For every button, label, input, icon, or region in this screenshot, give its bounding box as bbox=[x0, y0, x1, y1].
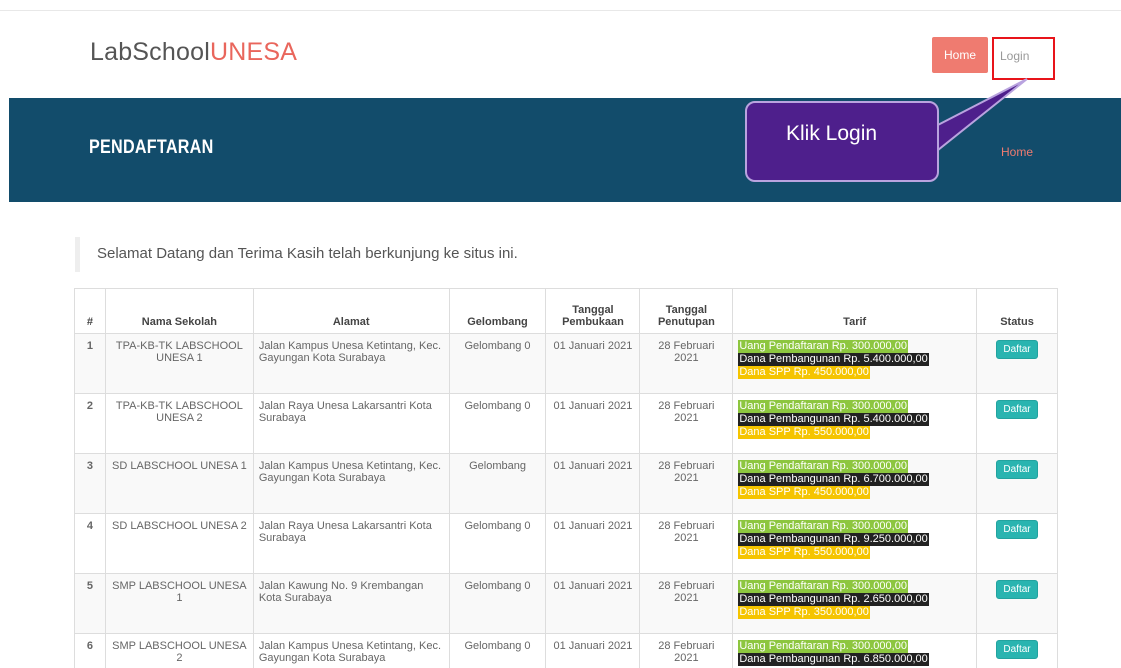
daftar-button[interactable]: Daftar bbox=[996, 340, 1038, 359]
nav-home-button[interactable]: Home bbox=[932, 37, 988, 73]
school-name: SD LABSCHOOL UNESA 2 bbox=[104, 513, 254, 574]
building-fee: Dana Pembangunan Rp. 5.400.000,00 bbox=[738, 353, 929, 366]
building-fee: Dana Pembangunan Rp. 6.700.000,00 bbox=[738, 473, 929, 486]
wave: Gelombang 0 bbox=[448, 573, 547, 634]
spp-fee: Dana SPP Rp. 550.000,00 bbox=[738, 426, 870, 439]
registration-fee: Uang Pendaftaran Rp. 300.000,00 bbox=[738, 580, 908, 593]
status-cell: Daftar bbox=[976, 393, 1058, 454]
table-row: 2 TPA-KB-TK LABSCHOOL UNESA 2 Jalan Raya… bbox=[74, 393, 1058, 454]
spp-fee: Dana SPP Rp. 550.000,00 bbox=[738, 546, 870, 559]
wave: Gelombang 0 bbox=[448, 633, 547, 668]
breadcrumb-home[interactable]: Home bbox=[1001, 145, 1033, 159]
spp-fee: Dana SPP Rp. 450.000,00 bbox=[738, 486, 870, 499]
school-name: SD LABSCHOOL UNESA 1 bbox=[104, 453, 254, 514]
column-header: Nama Sekolah bbox=[104, 288, 254, 334]
table-row: 6 SMP LABSCHOOL UNESA 2 Jalan Kampus Une… bbox=[74, 633, 1058, 668]
building-fee: Dana Pembangunan Rp. 6.850.000,00 bbox=[738, 653, 929, 666]
fee-cell: Uang Pendaftaran Rp. 300.000,00 Dana Pem… bbox=[732, 633, 978, 668]
row-number: 1 bbox=[74, 333, 106, 394]
column-header: Tanggal Pembukaan bbox=[545, 288, 641, 334]
wave: Gelombang bbox=[448, 453, 547, 514]
fee-cell: Uang Pendaftaran Rp. 300.000,00 Dana Pem… bbox=[732, 333, 978, 394]
column-header: Status bbox=[976, 288, 1058, 334]
brand-main: LabSchool bbox=[90, 38, 210, 66]
nav-login-link[interactable]: Login bbox=[992, 37, 1055, 80]
school-name: TPA-KB-TK LABSCHOOL UNESA 1 bbox=[104, 333, 254, 394]
callout-text: Klik Login bbox=[786, 122, 878, 145]
building-fee: Dana Pembangunan Rp. 2.650.000,00 bbox=[738, 593, 929, 606]
opening-date: 01 Januari 2021 bbox=[545, 393, 641, 454]
school-address: Jalan Raya Unesa Lakarsantri Kota Suraba… bbox=[252, 513, 450, 574]
row-number: 2 bbox=[74, 393, 106, 454]
status-cell: Daftar bbox=[976, 513, 1058, 574]
status-cell: Daftar bbox=[976, 633, 1058, 668]
school-name: SMP LABSCHOOL UNESA 2 bbox=[104, 633, 254, 668]
row-number: 3 bbox=[74, 453, 106, 514]
column-header: Gelombang bbox=[448, 288, 547, 334]
fee-cell: Uang Pendaftaran Rp. 300.000,00 Dana Pem… bbox=[732, 573, 978, 634]
page-title: PENDAFTARAN bbox=[89, 137, 214, 158]
column-header: Alamat bbox=[252, 288, 450, 334]
column-header: Tanggal Penutupan bbox=[639, 288, 734, 334]
spp-fee: Dana SPP Rp. 450.000,00 bbox=[738, 366, 870, 379]
top-divider bbox=[0, 10, 1121, 11]
daftar-button[interactable]: Daftar bbox=[996, 520, 1038, 539]
table-row: 1 TPA-KB-TK LABSCHOOL UNESA 1 Jalan Kamp… bbox=[74, 333, 1058, 394]
table-row: 4 SD LABSCHOOL UNESA 2 Jalan Raya Unesa … bbox=[74, 513, 1058, 574]
closing-date: 28 Februari 2021 bbox=[639, 453, 734, 514]
daftar-button[interactable]: Daftar bbox=[996, 460, 1038, 479]
opening-date: 01 Januari 2021 bbox=[545, 573, 641, 634]
registration-fee: Uang Pendaftaran Rp. 300.000,00 bbox=[738, 400, 908, 413]
wave: Gelombang 0 bbox=[448, 393, 547, 454]
closing-date: 28 Februari 2021 bbox=[639, 333, 734, 394]
building-fee: Dana Pembangunan Rp. 5.400.000,00 bbox=[738, 413, 929, 426]
status-cell: Daftar bbox=[976, 333, 1058, 394]
row-number: 6 bbox=[74, 633, 106, 668]
opening-date: 01 Januari 2021 bbox=[545, 513, 641, 574]
closing-date: 28 Februari 2021 bbox=[639, 393, 734, 454]
column-header: # bbox=[74, 288, 106, 334]
table-header-row: # Nama Sekolah Alamat Gelombang Tanggal … bbox=[74, 288, 1058, 334]
registration-fee: Uang Pendaftaran Rp. 300.000,00 bbox=[738, 460, 908, 473]
registration-fee: Uang Pendaftaran Rp. 300.000,00 bbox=[738, 520, 908, 533]
column-header: Tarif bbox=[732, 288, 978, 334]
school-registration-table: # Nama Sekolah Alamat Gelombang Tanggal … bbox=[74, 288, 1058, 668]
status-cell: Daftar bbox=[976, 573, 1058, 634]
table-row: 5 SMP LABSCHOOL UNESA 1 Jalan Kawung No.… bbox=[74, 573, 1058, 634]
row-number: 4 bbox=[74, 513, 106, 574]
closing-date: 28 Februari 2021 bbox=[639, 573, 734, 634]
wave: Gelombang 0 bbox=[448, 513, 547, 574]
daftar-button[interactable]: Daftar bbox=[996, 580, 1038, 599]
school-address: Jalan Kampus Unesa Ketintang, Kec. Gayun… bbox=[252, 453, 450, 514]
opening-date: 01 Januari 2021 bbox=[545, 333, 641, 394]
opening-date: 01 Januari 2021 bbox=[545, 633, 641, 668]
welcome-message: Selamat Datang dan Terima Kasih telah be… bbox=[75, 237, 518, 272]
row-number: 5 bbox=[74, 573, 106, 634]
fee-cell: Uang Pendaftaran Rp. 300.000,00 Dana Pem… bbox=[732, 513, 978, 574]
spp-fee: Dana SPP Rp. 350.000,00 bbox=[738, 606, 870, 619]
site-logo[interactable]: LabSchoolUNESA bbox=[90, 38, 297, 67]
table-row: 3 SD LABSCHOOL UNESA 1 Jalan Kampus Unes… bbox=[74, 453, 1058, 514]
registration-fee: Uang Pendaftaran Rp. 300.000,00 bbox=[738, 340, 908, 353]
closing-date: 28 Februari 2021 bbox=[639, 513, 734, 574]
building-fee: Dana Pembangunan Rp. 9.250.000,00 bbox=[738, 533, 929, 546]
registration-fee: Uang Pendaftaran Rp. 300.000,00 bbox=[738, 640, 908, 653]
status-cell: Daftar bbox=[976, 453, 1058, 514]
daftar-button[interactable]: Daftar bbox=[996, 400, 1038, 419]
school-address: Jalan Kampus Unesa Ketintang, Kec. Gayun… bbox=[252, 633, 450, 668]
brand-accent: UNESA bbox=[209, 38, 298, 66]
fee-cell: Uang Pendaftaran Rp. 300.000,00 Dana Pem… bbox=[732, 453, 978, 514]
school-address: Jalan Raya Unesa Lakarsantri Kota Suraba… bbox=[252, 393, 450, 454]
school-address: Jalan Kawung No. 9 Krembangan Kota Surab… bbox=[252, 573, 450, 634]
closing-date: 28 Februari 2021 bbox=[639, 633, 734, 668]
school-name: SMP LABSCHOOL UNESA 1 bbox=[104, 573, 254, 634]
daftar-button[interactable]: Daftar bbox=[996, 640, 1038, 659]
school-name: TPA-KB-TK LABSCHOOL UNESA 2 bbox=[104, 393, 254, 454]
wave: Gelombang 0 bbox=[448, 333, 547, 394]
fee-cell: Uang Pendaftaran Rp. 300.000,00 Dana Pem… bbox=[732, 393, 978, 454]
school-address: Jalan Kampus Unesa Ketintang, Kec. Gayun… bbox=[252, 333, 450, 394]
opening-date: 01 Januari 2021 bbox=[545, 453, 641, 514]
